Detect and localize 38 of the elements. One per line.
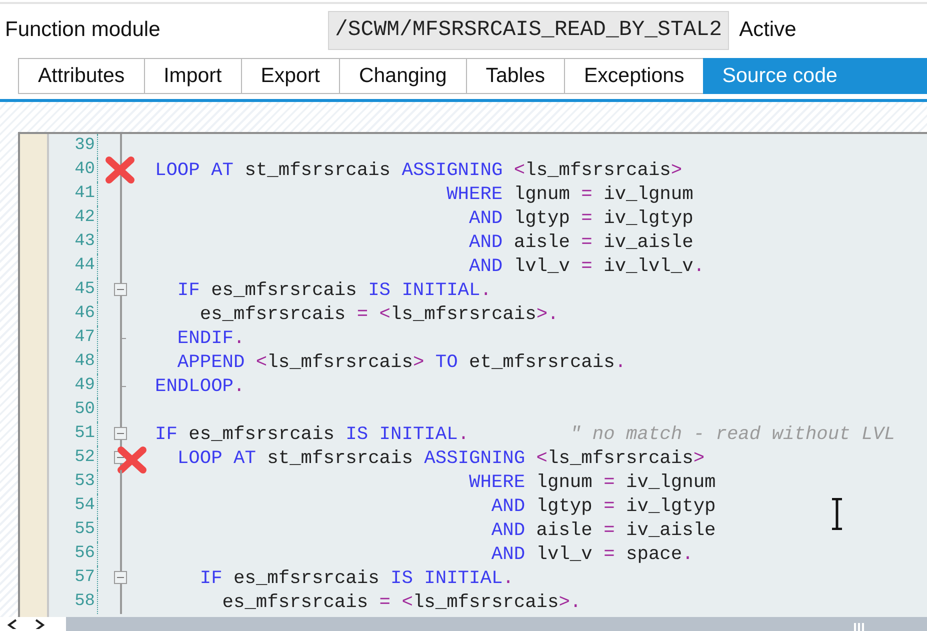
code-line: WHERE lgnum = iv_lgnum [446,182,694,206]
code-line: APPEND <ls_mfsrsrcais> TO et_mfsrsrcais. [176,350,626,374]
field-label: Function module [4,18,162,42]
code-line: AND lvl_v = iv_lvl_v. [468,254,705,278]
grip-icon[interactable] [853,623,867,631]
tab[interactable]: Exceptions [564,58,704,94]
tab[interactable]: Changing [338,58,466,94]
code-line: IF es_mfsrsrcais IS INITIAL. " no match - read without LVL [155,422,896,446]
code-line: AND aisle = iv_aisle [468,230,694,254]
code-line: LOOP AT st_mfsrsrcais ASSIGNING <ls_mfsrsrcais> [176,446,705,470]
tab[interactable]: Export [240,58,339,94]
module-name-field[interactable]: /SCWM/MFSRSRCAIS_READ_BY_STAL2 [328,10,730,50]
status-text: Active [739,18,796,42]
collapse-icon[interactable] [114,427,127,440]
code-line: es_mfsrsrcais = <ls_mfsrsrcais>. [221,590,582,614]
code-line: AND lgtyp = iv_lgtyp [490,494,716,518]
code-line: AND lgtyp = iv_lgtyp [468,206,694,230]
code-line: IF es_mfsrsrcais IS INITIAL. [176,278,492,302]
scroll-right-icon[interactable] [34,619,46,629]
tab[interactable]: Attributes [18,58,144,94]
tab[interactable]: Import [144,58,241,94]
code-line: LOOP AT st_mfsrsrcais ASSIGNING <ls_mfsrsrcais> [155,158,682,182]
code-line: WHERE lgnum = iv_lgnum [468,470,716,494]
code-line: es_mfsrsrcais = <ls_mfsrsrcais>. [198,302,559,326]
code-line: ENDLOOP. [155,374,245,398]
code-line: ENDIF. [176,326,245,350]
collapse-icon[interactable] [114,571,127,584]
tab[interactable]: Tables [466,58,564,94]
collapse-icon[interactable] [114,283,127,296]
code-line: IF es_mfsrsrcais IS INITIAL. [198,566,514,590]
code-editor[interactable] [18,132,927,617]
horizontal-scrollbar[interactable] [66,617,927,631]
scroll-left-icon[interactable] [6,619,18,629]
tab[interactable]: Source code [703,58,927,94]
text-cursor-icon [829,498,845,530]
code-line: AND lvl_v = space. [490,542,694,566]
breakpoint-icon[interactable] [104,156,136,184]
code-line: AND aisle = iv_aisle [490,518,716,542]
